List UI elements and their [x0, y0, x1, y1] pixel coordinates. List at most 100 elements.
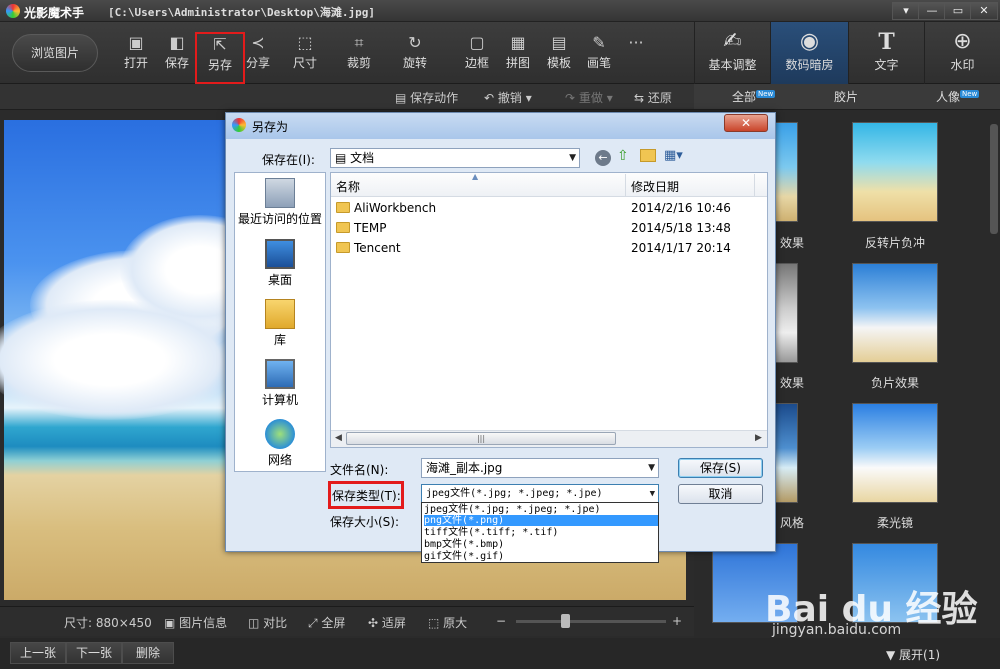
dialog-app-icon [232, 118, 246, 132]
zoom-out-icon[interactable]: − [496, 614, 506, 628]
fit-screen-button[interactable]: ✣ 适屏 [368, 614, 406, 631]
close-button[interactable]: ✕ [970, 2, 998, 20]
expand-button[interactable]: ▼ 展开(1) [886, 646, 940, 663]
view-menu-icon[interactable]: ▦▾ [664, 148, 683, 163]
place-computer[interactable]: 计算机 [234, 359, 326, 408]
filter-thumb[interactable] [852, 263, 938, 363]
undo-button[interactable]: ↶ 撤销 ▾ [484, 89, 532, 106]
crop-button[interactable]: ⌗ 裁剪 [337, 32, 381, 76]
tab-digital-darkroom[interactable]: ◉ 数码暗房 [770, 22, 848, 84]
undo-icon: ↶ [484, 91, 498, 105]
share-icon: ≺ [251, 33, 265, 52]
column-divider [754, 174, 755, 196]
filter-tab-all[interactable]: 全部 New [732, 88, 776, 105]
restore-button[interactable]: ⇆ 还原 [634, 89, 672, 106]
filename-input[interactable]: 海滩_副本.jpg ▼ [421, 458, 659, 478]
column-header-name[interactable]: 名称 [336, 178, 360, 195]
delete-button[interactable]: 删除 [122, 642, 174, 664]
chevron-down-icon: ▼ [569, 153, 576, 163]
puzzle-icon: ▦ [510, 33, 526, 52]
original-size-button[interactable]: ⬚ 原大 [428, 614, 467, 631]
tab-text[interactable]: T 文字 [848, 22, 924, 84]
more-tools-button[interactable]: ··· [614, 32, 658, 76]
filter-label: 负片效果 [870, 376, 919, 390]
dialog-title: 另存为 [252, 120, 289, 134]
frame-button[interactable]: ▢ 边框 [455, 32, 499, 76]
prev-image-button[interactable]: 上一张 [10, 642, 66, 664]
filename-label: 文件名(N): [330, 463, 389, 477]
desktop-icon [265, 239, 295, 269]
file-row[interactable]: AliWorkbench [336, 201, 436, 215]
chevron-down-icon: ▼ [649, 489, 655, 499]
file-row[interactable]: TEMP [336, 221, 387, 235]
cancel-dialog-button[interactable]: 取消 [678, 484, 763, 504]
tab-basic-adjust[interactable]: ✍ 基本调整 [694, 22, 770, 84]
file-type-option-selected[interactable]: png文件(*.png) [424, 515, 658, 526]
zoom-slider-track[interactable] [516, 620, 666, 623]
place-network[interactable]: 网络 [234, 419, 326, 468]
browse-images-button[interactable]: 浏览图片 [12, 34, 98, 72]
dialog-close-button[interactable]: ✕ [724, 114, 768, 132]
computer-icon [265, 359, 295, 389]
file-type-option[interactable]: tiff文件(*.tiff; *.tif) [424, 527, 658, 538]
resize-button[interactable]: ⬚ 尺寸 [283, 32, 327, 76]
filter-thumb[interactable] [852, 403, 938, 503]
compare-icon: ◫ [248, 616, 264, 630]
open-button[interactable]: ▣ 打开 [114, 32, 158, 76]
zoom-in-icon[interactable]: + [672, 614, 682, 628]
redo-button[interactable]: ↷ 重做 ▾ [565, 89, 613, 106]
file-path: [C:\Users\Administrator\Desktop\海滩.jpg] [108, 6, 376, 19]
panel-scrollbar[interactable] [990, 124, 998, 234]
zoom-slider-thumb[interactable] [561, 614, 570, 628]
file-type-select[interactable]: jpeg文件(*.jpg; *.jpeg; *.jpe) ▼ [421, 484, 659, 504]
sort-asc-icon: ▲ [472, 172, 479, 181]
puzzle-button[interactable]: ▦ 拼图 [496, 32, 540, 76]
filter-thumb[interactable] [852, 122, 938, 222]
folder-icon [336, 202, 350, 213]
expand-icon: ▼ [886, 648, 900, 662]
save-in-select[interactable]: ▤ 文档 ▼ [330, 148, 580, 168]
fullscreen-icon: ⤢ [308, 616, 322, 630]
file-type-option[interactable]: bmp文件(*.bmp) [424, 539, 658, 550]
menu-dropdown-button[interactable]: ▾ [892, 2, 920, 20]
up-folder-icon[interactable]: ⇧ [617, 148, 629, 164]
baidu-watermark-url: jingyan.baidu.com [772, 622, 902, 638]
back-icon[interactable]: ← [595, 150, 611, 166]
scroll-left-icon[interactable]: ◀ [335, 433, 342, 443]
file-type-option[interactable]: gif文件(*.gif) [424, 551, 658, 562]
template-button[interactable]: ▤ 模板 [537, 32, 581, 76]
scroll-thumb[interactable]: ||| [346, 432, 616, 445]
scroll-right-icon[interactable]: ▶ [755, 433, 762, 443]
save-dialog-button[interactable]: 保存(S) [678, 458, 763, 478]
place-desktop[interactable]: 桌面 [234, 239, 326, 288]
chevron-down-icon: ▼ [648, 463, 655, 473]
basic-adjust-icon: ✍ [723, 29, 742, 54]
app-title: 光影魔术手 [24, 6, 85, 20]
place-recent[interactable]: 最近访问的位置 [234, 178, 326, 227]
filter-tab-portrait[interactable]: 人像 New [936, 88, 980, 105]
place-libraries[interactable]: 库 [234, 299, 326, 348]
image-info-button[interactable]: ▣ 图片信息 [164, 614, 227, 631]
save-button[interactable]: ◧ 保存 [155, 32, 199, 76]
file-row[interactable]: Tencent [336, 241, 401, 255]
tab-watermark[interactable]: ⊕ 水印 [924, 22, 1000, 84]
image-size: 尺寸: 880×450 [64, 616, 152, 630]
maximize-button[interactable]: ▭ [944, 2, 972, 20]
info-icon: ▣ [164, 616, 180, 630]
file-type-option[interactable]: jpeg文件(*.jpg; *.jpeg; *.jpe) [424, 504, 658, 515]
fullscreen-button[interactable]: ⤢ 全屏 [308, 614, 345, 631]
save-action-icon: ▤ [395, 91, 411, 105]
file-date: 2014/1/17 20:14 [631, 241, 731, 255]
crop-icon: ⌗ [354, 33, 364, 52]
next-image-button[interactable]: 下一张 [66, 642, 122, 664]
minimize-button[interactable]: — [918, 2, 946, 20]
compare-button[interactable]: ◫ 对比 [248, 614, 287, 631]
column-header-date[interactable]: 修改日期 [631, 178, 679, 195]
save-in-label: 保存在(I): [262, 153, 315, 167]
save-action-button[interactable]: ▤ 保存动作 [395, 89, 458, 106]
rotate-button[interactable]: ↻ 旋转 [393, 32, 437, 76]
new-folder-icon[interactable] [640, 149, 656, 162]
recent-places-icon [265, 178, 295, 208]
share-button[interactable]: ≺ 分享 [236, 32, 280, 76]
filter-tab-film[interactable]: 胶片 [834, 88, 858, 105]
